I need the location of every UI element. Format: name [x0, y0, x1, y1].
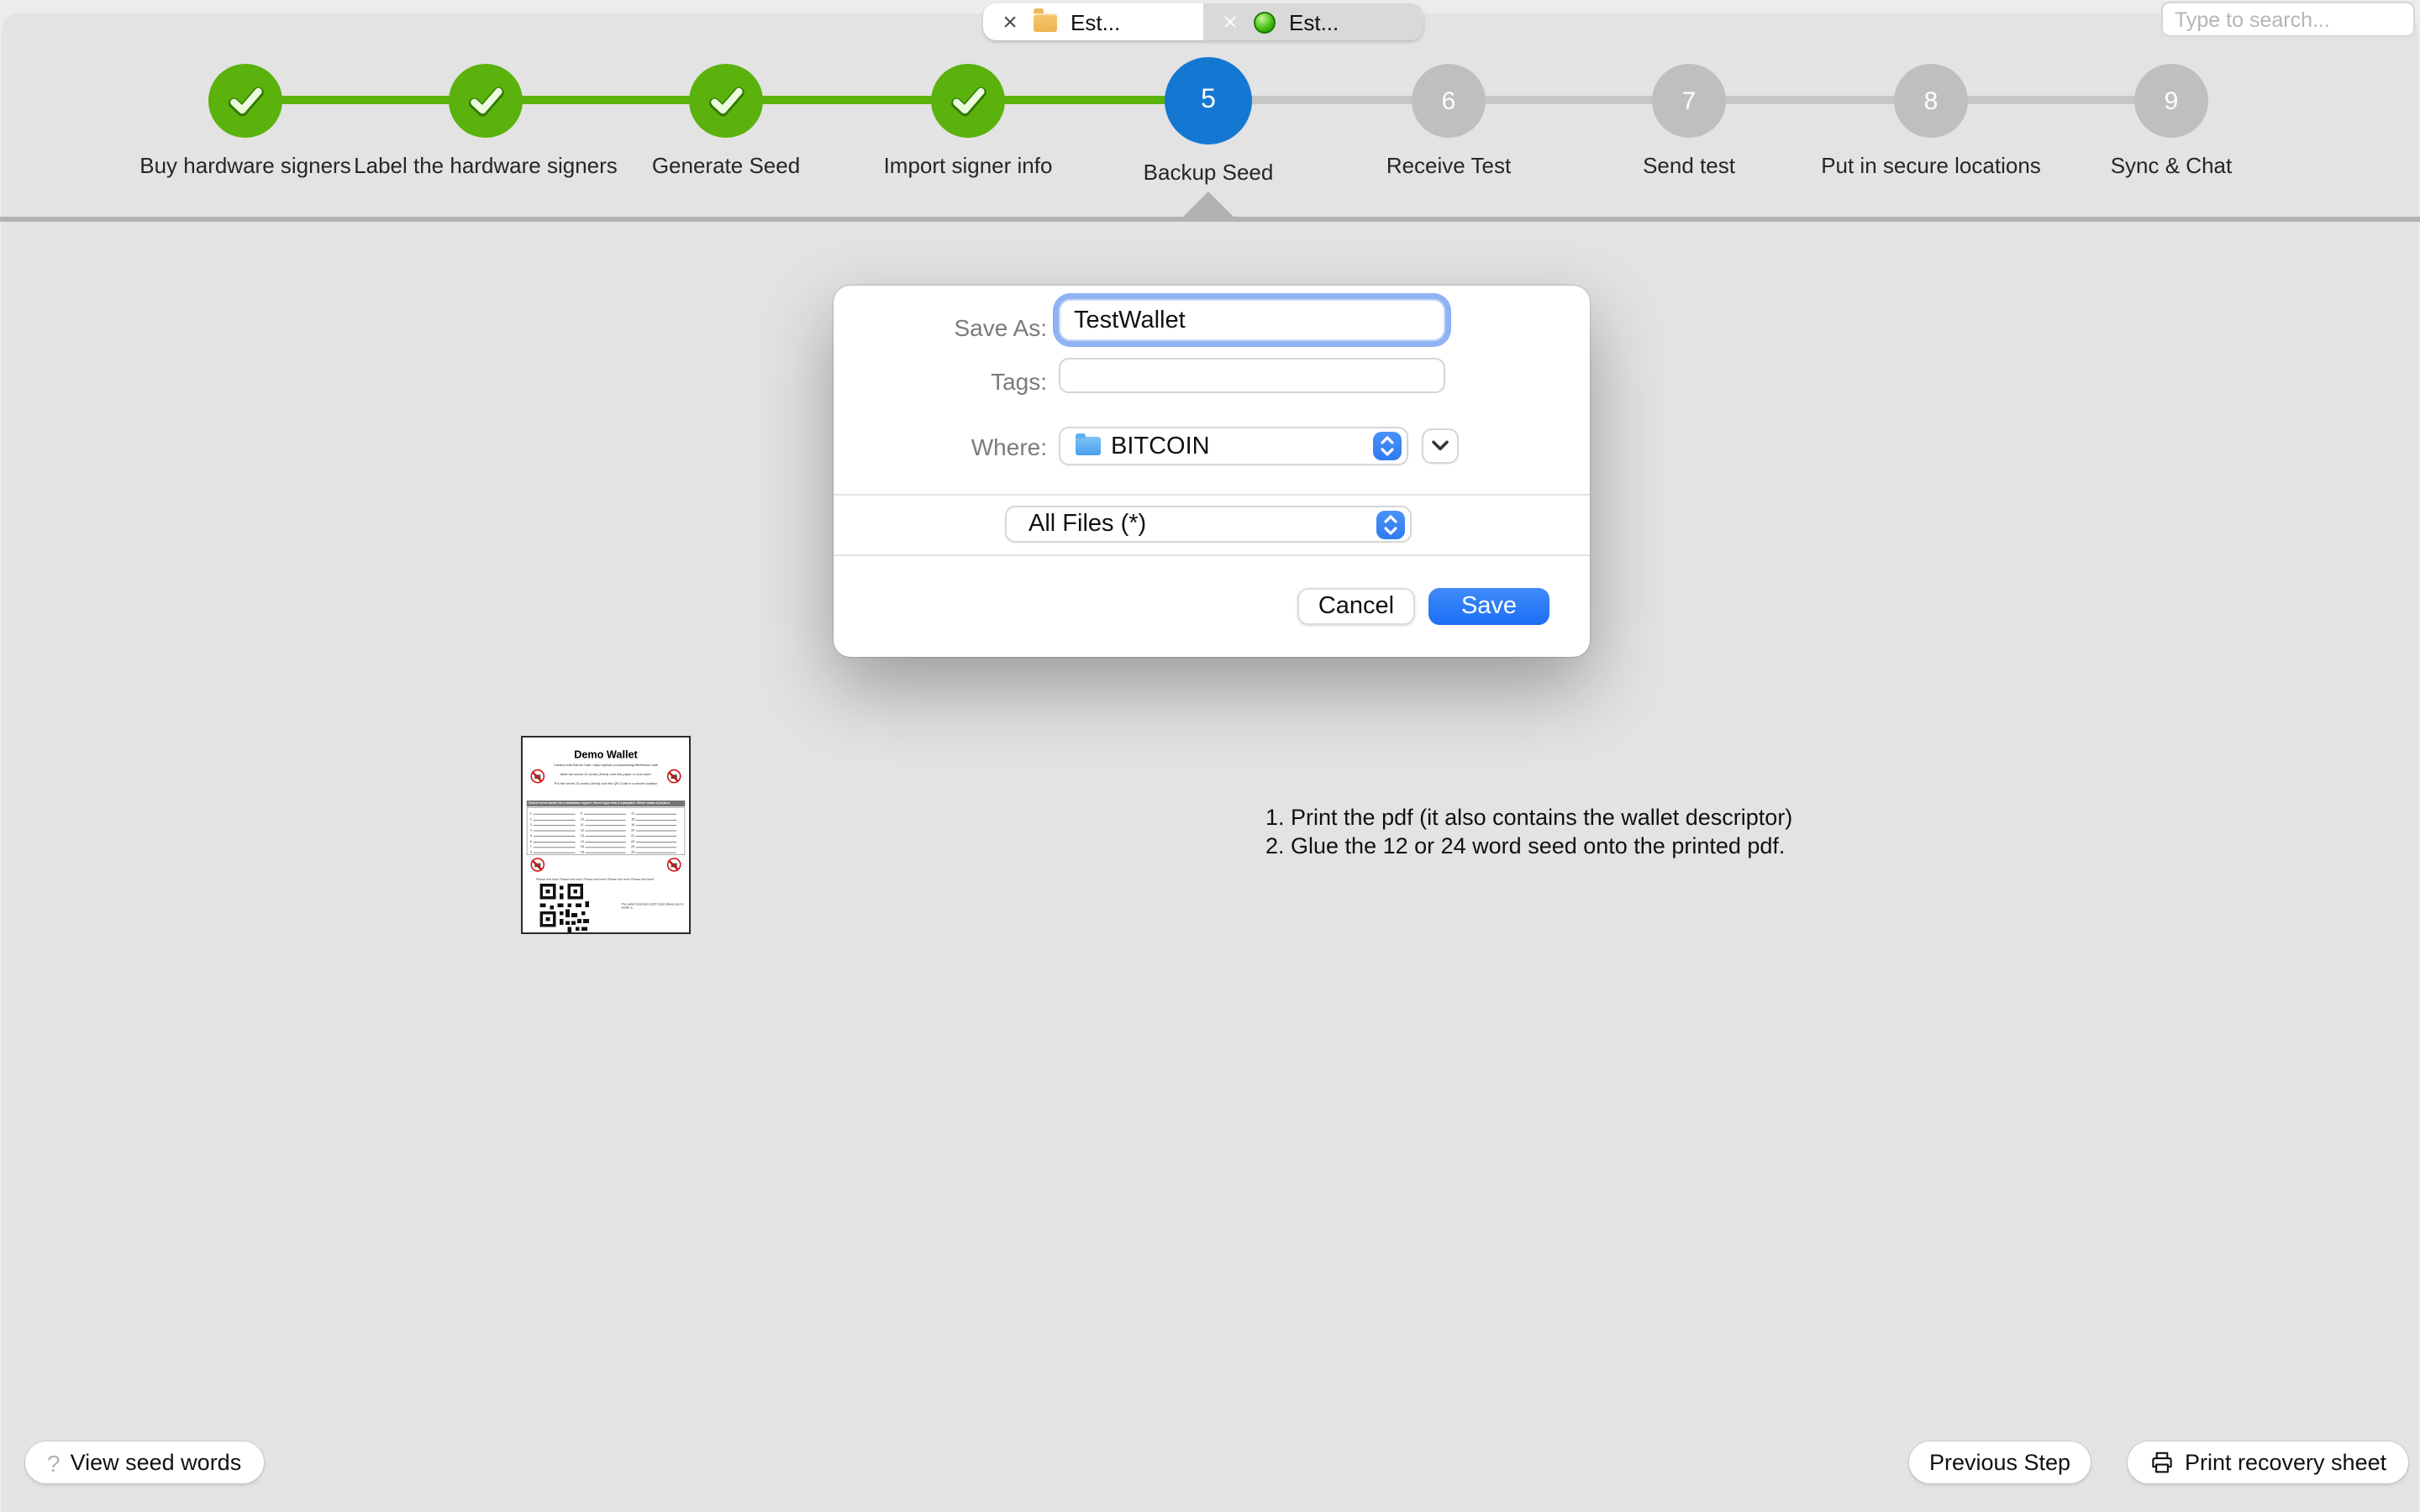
- step-number: 7: [1682, 87, 1697, 115]
- check-icon: [931, 64, 1005, 138]
- button-label: Previous Step: [1929, 1450, 2070, 1475]
- pdf-title: Demo Wallet: [523, 749, 689, 761]
- check-icon: [689, 64, 763, 138]
- stepper-arrows-icon: [1376, 510, 1405, 538]
- save-as-label: Save As:: [842, 314, 1047, 341]
- pdf-fold-text: Please fold here! Please fold here! Plea…: [536, 878, 655, 881]
- qr-code: [540, 884, 590, 934]
- pdf-subtitle: Created with Bitcoin Safe: https://githu…: [523, 764, 689, 768]
- tags-label: Tags:: [842, 368, 1047, 395]
- where-value: BITCOIN: [1101, 433, 1373, 459]
- dialog-separator: [834, 554, 1590, 556]
- save-dialog: Save As: Tags: Where: BITCOIN All Files …: [834, 286, 1590, 657]
- backup-instructions: 1. Print the pdf (it also contains the w…: [1265, 805, 1792, 860]
- help-icon: ?: [47, 1449, 60, 1476]
- pdf-banner: Secret seed words for a hardware signer:…: [527, 801, 685, 806]
- green-dot-icon: [1254, 11, 1276, 33]
- expand-dialog-button[interactable]: [1422, 428, 1459, 464]
- search-input[interactable]: [2161, 2, 2415, 37]
- chevron-down-icon: [1432, 440, 1449, 452]
- tab-label: Est...: [1071, 9, 1120, 34]
- step-label: Sync & Chat: [2028, 153, 2314, 178]
- close-icon[interactable]: ×: [1000, 9, 1020, 34]
- save-as-field[interactable]: [1059, 299, 1445, 341]
- recovery-sheet-preview: Demo Wallet Created with Bitcoin Safe: h…: [521, 736, 691, 934]
- file-filter-value: All Files (*): [1022, 511, 1376, 538]
- button-label: Print recovery sheet: [2185, 1450, 2386, 1475]
- pdf-instruction: Write the secret 24 words (Seed) onto th…: [523, 773, 689, 777]
- where-select[interactable]: BITCOIN: [1059, 427, 1408, 465]
- check-icon: [449, 64, 523, 138]
- no-keyboard-icon: [531, 769, 545, 784]
- check-icon: [208, 64, 282, 138]
- print-recovery-sheet-button[interactable]: Print recovery sheet: [2128, 1441, 2408, 1483]
- step-number: 9: [2165, 87, 2179, 115]
- stepper-divider: [0, 217, 2420, 222]
- folder-icon: [1034, 13, 1057, 31]
- main-panel: [2, 13, 2418, 1512]
- previous-step-button[interactable]: Previous Step: [1909, 1441, 2091, 1483]
- view-seed-words-button[interactable]: ? View seed words: [25, 1441, 263, 1483]
- folder-icon: [1076, 437, 1101, 455]
- instruction-line: 2. Glue the 12 or 24 word seed onto the …: [1265, 832, 1792, 860]
- pdf-descriptor-caption: The wallet descriptor (QR Code) allows y…: [621, 902, 684, 909]
- step-number: 5: [1201, 86, 1216, 116]
- instruction-line: 1. Print the pdf (it also contains the w…: [1265, 805, 1792, 832]
- button-label: View seed words: [71, 1450, 242, 1475]
- tab-estimate-2[interactable]: × Est...: [1203, 3, 1423, 40]
- dialog-separator: [834, 494, 1590, 496]
- printer-icon: [2149, 1450, 2175, 1475]
- save-button[interactable]: Save: [1428, 588, 1549, 625]
- active-step-pointer: [1183, 192, 1234, 217]
- step-number: 8: [1924, 87, 1939, 115]
- tab-label: Est...: [1289, 9, 1339, 34]
- no-keyboard-icon: [531, 858, 545, 872]
- pdf-instruction: Put the secret 24 words (Seed) and this …: [523, 782, 689, 786]
- where-label: Where:: [842, 433, 1047, 460]
- no-camera-icon: [667, 769, 681, 784]
- app-window: × Est... × Est... Buy hardware signers: [0, 0, 2420, 1512]
- close-icon[interactable]: ×: [1220, 9, 1240, 34]
- tags-field[interactable]: [1059, 358, 1445, 393]
- step-number: 6: [1442, 87, 1456, 115]
- tab-bar: × Est... × Est...: [983, 3, 1423, 40]
- no-camera-icon: [667, 858, 681, 872]
- file-filter-select[interactable]: All Files (*): [1005, 506, 1412, 543]
- cancel-button[interactable]: Cancel: [1297, 588, 1415, 625]
- tab-estimate-1[interactable]: × Est...: [983, 3, 1203, 40]
- seed-word-table: 123456789101112131415161718192021222324: [527, 807, 685, 855]
- stepper-arrows-icon: [1373, 432, 1402, 460]
